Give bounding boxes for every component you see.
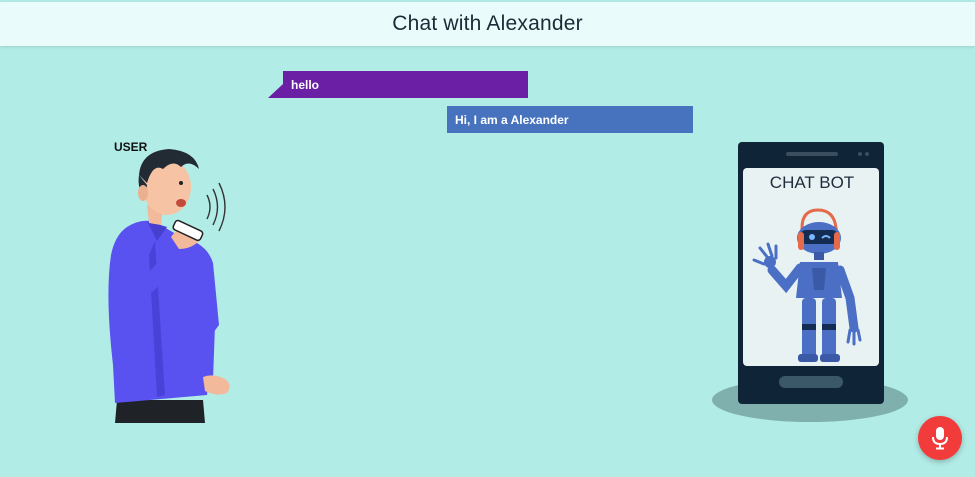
chat-header: Chat with Alexander (0, 2, 975, 46)
user-illustration (108, 149, 230, 423)
page-title: Chat with Alexander (392, 12, 583, 35)
bot-message-text: Hi, I am a Alexander (455, 112, 569, 127)
user-message-tail (268, 84, 283, 98)
bot-message: Hi, I am a Alexander (447, 106, 693, 133)
user-message: hello (283, 71, 528, 98)
chat-page: Chat with Alexander hello Hi, I am a Ale… (0, 0, 975, 477)
user-message-text: hello (291, 77, 320, 92)
chatbot-label: CHAT BOT (769, 173, 855, 192)
microphone-button[interactable] (918, 416, 962, 460)
microphone-icon (932, 427, 948, 450)
